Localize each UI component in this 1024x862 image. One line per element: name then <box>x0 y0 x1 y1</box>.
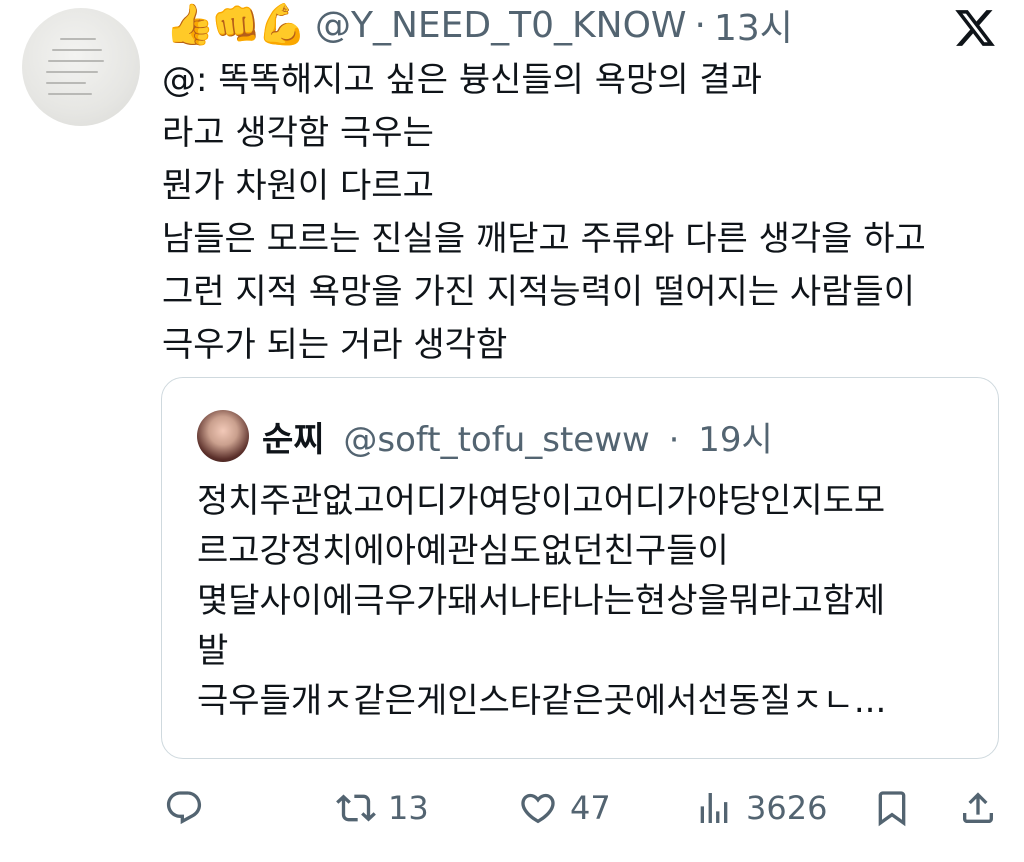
author-handle[interactable]: @Y_NEED_T0_KNOW <box>315 5 687 46</box>
bookmark-button[interactable] <box>872 780 912 836</box>
tweet-actions-bar: 13 47 3626 <box>0 780 1024 836</box>
retweet-icon <box>336 794 376 822</box>
emoji-group: 👍👊💪 <box>165 2 307 48</box>
quoted-author-handle[interactable]: @soft_tofu_steww <box>343 420 649 460</box>
heart-icon <box>521 793 555 824</box>
views-count: 3626 <box>746 789 828 827</box>
tweet-header: 👍👊💪 @Y_NEED_T0_KNOW · 13시 <box>165 0 793 51</box>
thumbs-up-emoji: 👍 <box>165 2 215 48</box>
separator-dot: · <box>694 4 706 46</box>
quoted-tweet-time[interactable]: 19시 <box>698 420 773 460</box>
share-icon <box>963 792 993 823</box>
x-logo-icon <box>955 10 995 46</box>
author-avatar[interactable] <box>22 8 140 126</box>
flexed-bicep-emoji: 💪 <box>257 2 307 48</box>
retweet-button[interactable]: 13 <box>336 780 429 836</box>
reply-icon <box>166 791 202 825</box>
quoted-tweet-text: 정치주관없고어디가여당이고어디가야당인지도모 르고강정치에아예관심도없던친구들이… <box>197 481 887 721</box>
bookmark-icon <box>878 791 906 827</box>
quoted-tweet-card[interactable]: 순찌 @soft_tofu_steww · 19시 정치주관없고어디가여당이고어… <box>161 377 999 759</box>
reply-button[interactable] <box>164 780 204 836</box>
tweet-text: @: 똑똑해지고 싶은 븅신들의 욕망의 결과 라고 생각함 극우는 뭔가 차원… <box>162 60 926 365</box>
share-button[interactable] <box>958 780 998 836</box>
quoted-author-name[interactable]: 순찌 <box>262 420 325 460</box>
retweet-count: 13 <box>388 789 429 827</box>
tweet-time[interactable]: 13시 <box>714 0 793 51</box>
like-button[interactable]: 47 <box>518 780 611 836</box>
fist-emoji: 👊 <box>211 2 261 48</box>
views-button[interactable]: 3626 <box>694 780 827 836</box>
quoted-tweet-header: 순찌 @soft_tofu_steww · 19시 <box>262 412 773 461</box>
separator-dot: · <box>668 420 680 460</box>
quoted-author-avatar[interactable] <box>197 410 249 462</box>
like-count: 47 <box>570 789 611 827</box>
views-icon <box>700 793 728 823</box>
